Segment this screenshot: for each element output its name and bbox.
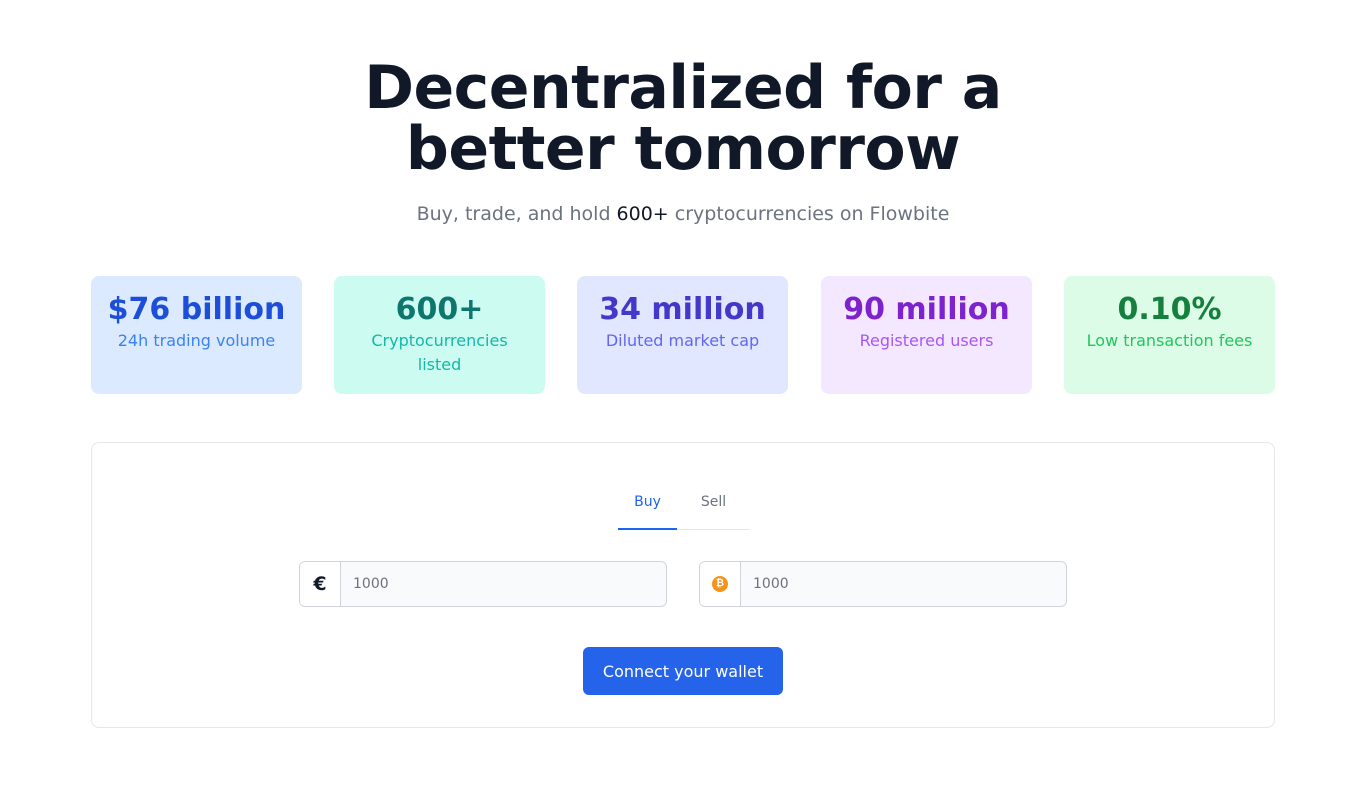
stat-card-cryptocurrencies: 600+ Cryptocurrencies listed — [334, 276, 545, 394]
stat-value: 34 million — [599, 292, 766, 327]
stat-card-market-cap: 34 million Diluted market cap — [577, 276, 788, 394]
tab-sell[interactable]: Sell — [677, 479, 750, 530]
crypto-amount-group: ₿ — [699, 561, 1067, 607]
fiat-amount-group: € — [299, 561, 667, 607]
subtitle-text-after: cryptocurrencies on Flowbite — [668, 203, 950, 225]
subtitle-text-before: Buy, trade, and hold — [416, 203, 617, 225]
hero-title: Decentralized for a better tomorrow — [0, 58, 1366, 180]
crypto-addon: ₿ — [700, 562, 741, 606]
stat-label: 24h trading volume — [117, 331, 276, 350]
stat-label: Cryptocurrencies listed — [371, 331, 508, 374]
stat-label: Low transaction fees — [1086, 331, 1253, 350]
trade-tabs: Buy Sell — [618, 479, 750, 530]
stat-label: Diluted market cap — [605, 331, 760, 350]
stats-grid: $76 billion 24h trading volume 600+ Cryp… — [91, 276, 1275, 394]
stat-card-transaction-fees: 0.10% Low transaction fees — [1064, 276, 1275, 394]
bitcoin-icon: ₿ — [712, 576, 728, 592]
euro-icon: € — [313, 573, 327, 595]
hero-subtitle: Buy, trade, and hold 600+ cryptocurrenci… — [0, 201, 1366, 227]
tab-buy[interactable]: Buy — [618, 479, 677, 530]
hero-title-line-2: better tomorrow — [405, 114, 961, 184]
trade-panel: Buy Sell € ₿ Connect your wallet — [91, 442, 1275, 728]
fiat-amount-input[interactable] — [341, 562, 666, 606]
stat-label: Registered users — [859, 331, 994, 350]
stat-card-trading-volume: $76 billion 24h trading volume — [91, 276, 302, 394]
stat-value: 90 million — [843, 292, 1010, 327]
stat-card-registered-users: 90 million Registered users — [821, 276, 1032, 394]
connect-wallet-button[interactable]: Connect your wallet — [583, 647, 783, 695]
hero-title-line-1: Decentralized for a — [364, 53, 1002, 123]
fiat-addon: € — [300, 562, 341, 606]
stat-value: 600+ — [395, 292, 484, 327]
subtitle-highlight: 600+ — [616, 203, 669, 225]
stat-value: 0.10% — [1117, 292, 1222, 327]
crypto-amount-input[interactable] — [741, 562, 1066, 606]
stat-value: $76 billion — [107, 292, 286, 327]
